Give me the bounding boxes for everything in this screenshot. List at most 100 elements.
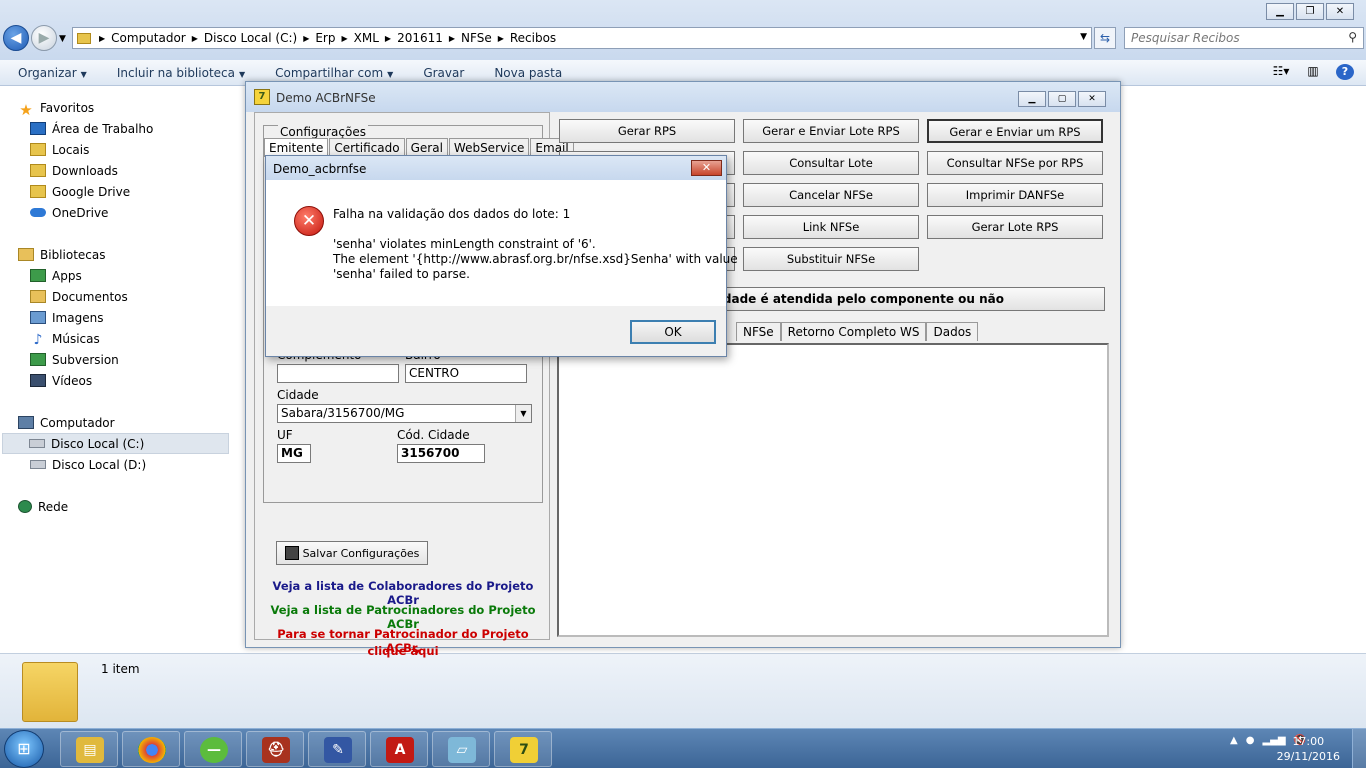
nav-apps[interactable]: Apps — [30, 265, 275, 286]
ok-button[interactable]: OK — [630, 320, 716, 344]
taskbar-acrobat[interactable]: A — [370, 731, 428, 767]
chevron-down-icon: ▼ — [238, 69, 246, 79]
taskbar-app-green[interactable]: — — [184, 731, 242, 767]
close-button[interactable]: ✕ — [1326, 3, 1354, 20]
start-button[interactable]: ⊞ — [4, 730, 44, 768]
close-button[interactable]: ✕ — [1078, 91, 1106, 107]
share-with-button[interactable]: Compartilhar com ▼ — [275, 66, 393, 80]
taskbar-chrome[interactable] — [122, 731, 180, 767]
tab-nfse[interactable]: NFSe — [736, 322, 781, 341]
chevron-down-icon[interactable]: ▼ — [1080, 32, 1087, 42]
breadcrumb-recibos[interactable]: Recibos — [510, 31, 556, 45]
result-memo[interactable] — [557, 343, 1109, 637]
search-input[interactable]: Pesquisar Recibos ⚲ — [1124, 27, 1364, 49]
dialog-close-button[interactable]: ✕ — [691, 160, 722, 176]
include-library-button[interactable]: Incluir na biblioteca ▼ — [117, 66, 245, 80]
imprimir-danfse-button[interactable]: Imprimir DANFSe — [927, 183, 1103, 207]
nav-videos[interactable]: Vídeos — [30, 370, 275, 391]
gerar-lote-rps-button[interactable]: Gerar Lote RPS — [927, 215, 1103, 239]
forward-button[interactable]: ▶ — [31, 25, 57, 51]
search-icon[interactable]: ⚲ — [1348, 30, 1357, 44]
consultar-lote-button[interactable]: Consultar Lote — [743, 151, 919, 175]
nav-imagens[interactable]: Imagens — [30, 307, 275, 328]
bairro-input[interactable]: CENTRO — [405, 364, 527, 383]
burn-button[interactable]: Gravar — [423, 66, 464, 80]
link-nfse-button[interactable]: Link NFSe — [743, 215, 919, 239]
nav-onedrive[interactable]: OneDrive — [30, 202, 275, 223]
cancelar-nfse-button[interactable]: Cancelar NFSe — [743, 183, 919, 207]
cidade-select[interactable]: Sabara/3156700/MG ▼ — [277, 404, 532, 423]
nav-bibliotecas[interactable]: Bibliotecas — [18, 244, 263, 265]
breadcrumb-xml[interactable]: XML — [354, 31, 379, 45]
window-title: Demo ACBrNFSe — [276, 91, 376, 105]
back-button[interactable]: ◀ — [3, 25, 29, 51]
show-hidden-icons-icon[interactable]: ▲ — [1230, 735, 1238, 746]
breadcrumb-computador[interactable]: Computador — [111, 31, 186, 45]
cod-cidade-input[interactable]: 3156700 — [397, 444, 485, 463]
tab-dados[interactable]: Dados — [926, 322, 979, 341]
recent-pages-dropdown[interactable]: ▼ — [59, 34, 66, 44]
view-options-icon[interactable]: ☷▾ — [1272, 64, 1290, 80]
nav-locais[interactable]: Locais — [30, 139, 275, 160]
minimize-button[interactable]: ▁ — [1018, 91, 1046, 107]
tab-retorno-completo[interactable]: Retorno Completo WS — [780, 322, 927, 341]
gerar-rps-button[interactable]: Gerar RPS — [559, 119, 735, 143]
verificar-cidade-button[interactable]: uma cidade é atendida pelo componente ou… — [721, 287, 1105, 311]
nav-subversion[interactable]: Subversion — [30, 349, 275, 370]
refresh-button[interactable]: ⇆ — [1094, 27, 1116, 49]
nav-google-drive[interactable]: Google Drive — [30, 181, 275, 202]
verificar-cidade-label: uma cidade é atendida pelo componente ou… — [722, 292, 1004, 306]
nav-computador[interactable]: Computador — [18, 412, 263, 433]
acbr-logo-icon: 7 — [254, 89, 270, 105]
complemento-input[interactable] — [277, 364, 399, 383]
breadcrumb-201611[interactable]: 201611 — [397, 31, 443, 45]
nav-area-trabalho[interactable]: Área de Trabalho — [30, 118, 275, 139]
taskbar-app-delphi[interactable]: ⛑ — [246, 731, 304, 767]
gerar-enviar-um-rps-button[interactable]: Gerar e Enviar um RPS — [927, 119, 1103, 143]
chevron-down-icon[interactable]: ▼ — [515, 405, 531, 422]
address-bar[interactable]: ▶ Computador ▶ Disco Local (C:) ▶ Erp ▶ … — [72, 27, 1092, 49]
notes-icon: ▱ — [448, 737, 476, 763]
breadcrumb-disco-c[interactable]: Disco Local (C:) — [204, 31, 297, 45]
taskbar-app-acbr[interactable]: ✎ — [308, 731, 366, 767]
nav-documentos[interactable]: Documentos — [30, 286, 275, 307]
show-desktop-button[interactable] — [1352, 729, 1366, 768]
downloads-icon — [30, 164, 46, 177]
new-folder-button[interactable]: Nova pasta — [494, 66, 562, 80]
nav-musicas[interactable]: ♪ Músicas — [30, 328, 275, 349]
nav-label: Bibliotecas — [40, 247, 106, 262]
substituir-nfse-button[interactable]: Substituir NFSe — [743, 247, 919, 271]
result-tabs: NFSe Retorno Completo WS Dados — [736, 322, 979, 341]
uf-input[interactable]: MG — [277, 444, 311, 463]
save-config-button[interactable]: Salvar Configurações — [276, 541, 428, 565]
minimize-button[interactable]: ▁ — [1266, 3, 1294, 20]
taskbar-explorer[interactable]: ▤ — [60, 731, 118, 767]
gerar-enviar-lote-button[interactable]: Gerar e Enviar Lote RPS — [743, 119, 919, 143]
dialog-title: Demo_acbrnfse — [273, 162, 367, 176]
help-icon[interactable]: ? — [1336, 64, 1354, 80]
nav-disco-c[interactable]: Disco Local (C:) — [2, 433, 229, 454]
include-library-label: Incluir na biblioteca — [116, 65, 235, 80]
consultar-nfse-rps-button[interactable]: Consultar NFSe por RPS — [927, 151, 1103, 175]
clock[interactable]: 17:00 29/11/2016 — [1277, 734, 1340, 764]
share-with-label: Compartilhar com — [275, 65, 384, 80]
nav-disco-d[interactable]: Disco Local (D:) — [30, 454, 275, 475]
organize-button[interactable]: Organizar ▼ — [18, 66, 87, 80]
taskbar-notes[interactable]: ▱ — [432, 731, 490, 767]
breadcrumb-nfse[interactable]: NFSe — [461, 31, 492, 45]
tray-app-icon[interactable]: ● — [1246, 735, 1255, 746]
breadcrumb-erp[interactable]: Erp — [315, 31, 335, 45]
cod-cidade-label: Cód. Cidade — [397, 428, 470, 442]
nav-rede[interactable]: Rede — [18, 496, 263, 517]
maximize-button[interactable]: ❐ — [1296, 3, 1324, 20]
nav-favoritos[interactable]: ★ Favoritos — [18, 97, 263, 120]
maximize-button[interactable]: ▢ — [1048, 91, 1076, 107]
nav-downloads[interactable]: Downloads — [30, 160, 275, 181]
cloud-icon — [30, 208, 46, 217]
link-clique-aqui[interactable]: clique aqui — [263, 644, 543, 658]
chevron-right-icon: ▶ — [497, 33, 504, 43]
google-drive-icon — [30, 185, 46, 198]
preview-pane-icon[interactable]: ▥ — [1304, 64, 1322, 80]
taskbar-acbr-demo[interactable]: 7 — [494, 731, 552, 767]
nav-label: Computador — [40, 415, 115, 430]
